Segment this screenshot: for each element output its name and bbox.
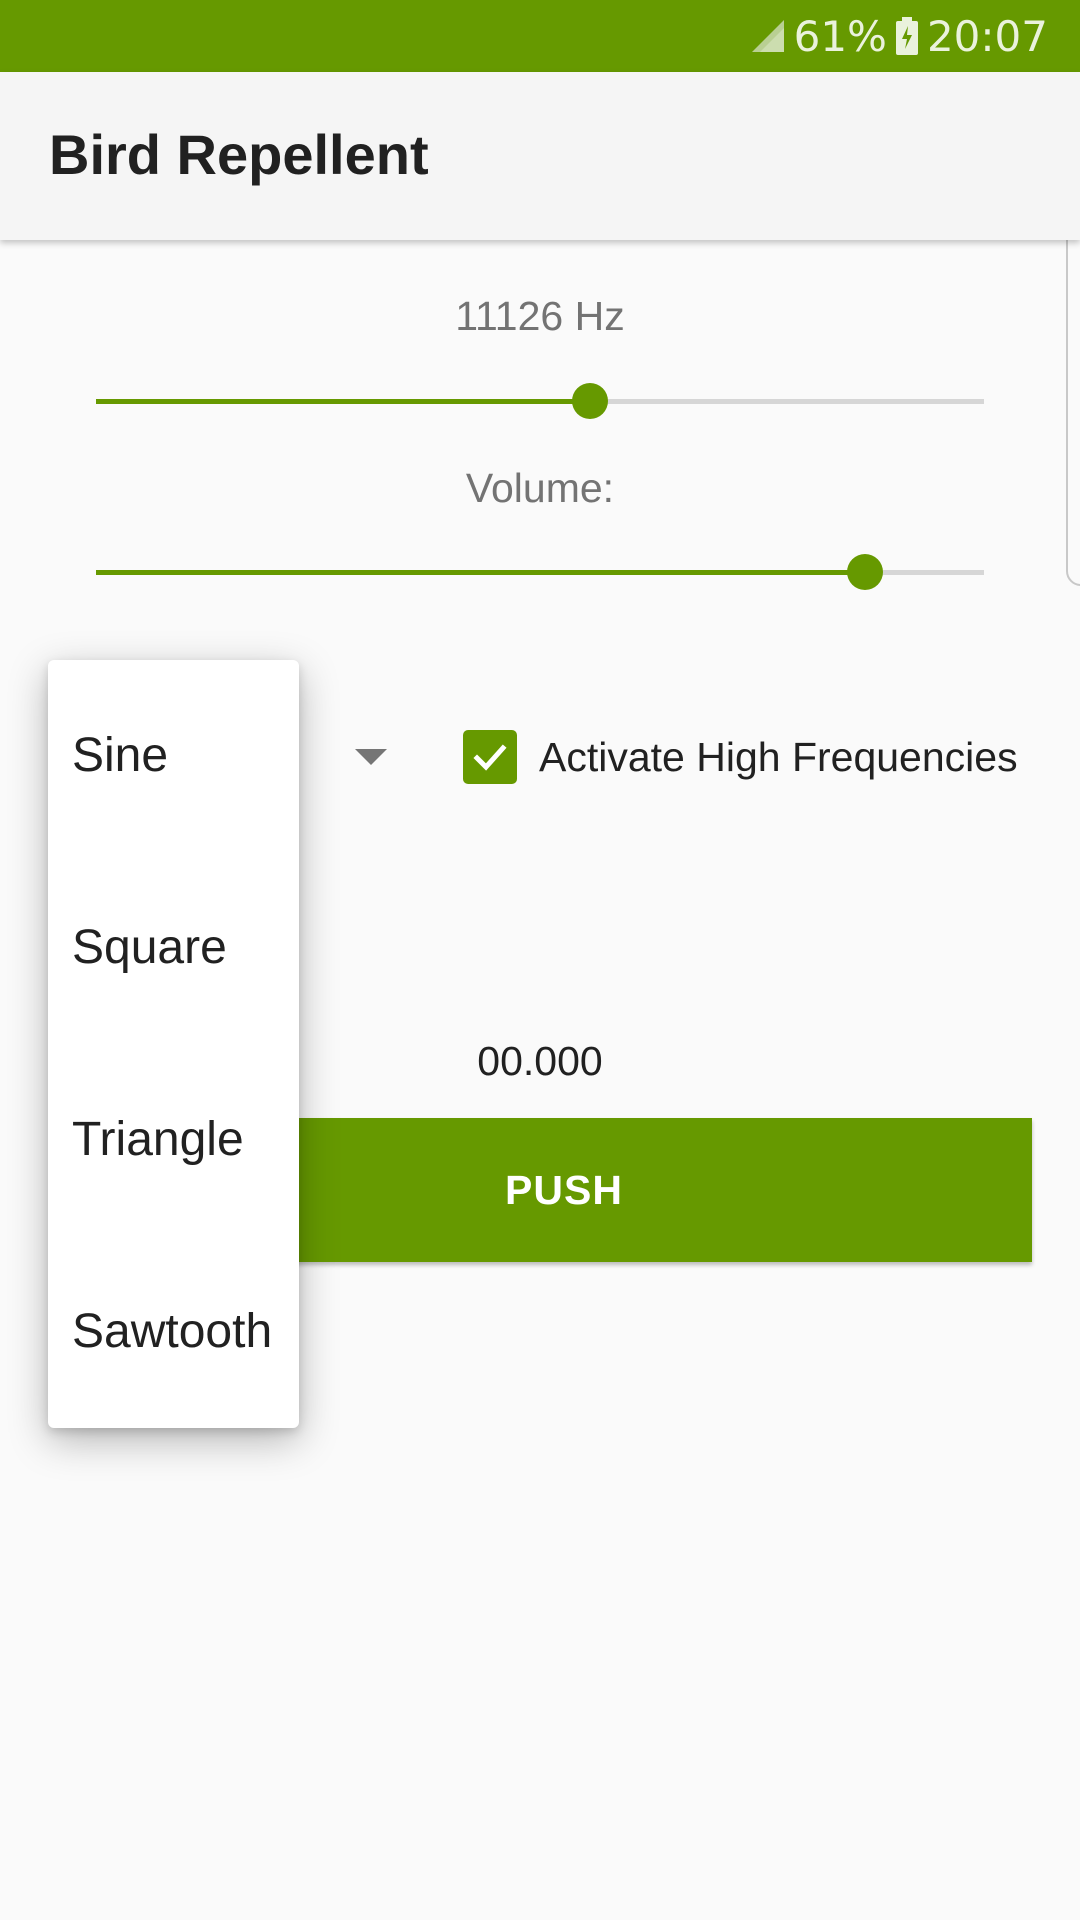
dropdown-arrow-icon[interactable] bbox=[355, 749, 387, 765]
slider-thumb[interactable] bbox=[571, 383, 608, 419]
volume-label: Volume: bbox=[465, 465, 615, 511]
frequency-slider[interactable] bbox=[96, 376, 984, 426]
check-icon bbox=[473, 744, 507, 771]
high-frequencies-label[interactable]: Activate High Frequencies bbox=[539, 734, 1018, 781]
slider-thumb[interactable] bbox=[847, 554, 883, 590]
dropdown-item-sine[interactable]: Sine bbox=[72, 728, 168, 783]
status-bar: 61% 20:07 bbox=[0, 0, 1080, 72]
app-title: Bird Repellent bbox=[49, 123, 429, 186]
battery-charging-icon bbox=[895, 17, 919, 55]
battery-percent: 61% bbox=[793, 11, 887, 61]
push-button-label: PUSH bbox=[505, 1166, 623, 1213]
edge-panel-handle[interactable] bbox=[1066, 216, 1080, 586]
dropdown-item-triangle[interactable]: Triangle bbox=[72, 1112, 244, 1167]
screen: 61% 20:07 Bird Repellent 11126 Hz Volume… bbox=[0, 0, 1080, 1920]
waveform-dropdown-menu: Sine Square Triangle Sawtooth bbox=[48, 660, 299, 1428]
volume-slider[interactable] bbox=[96, 547, 984, 597]
signal-icon bbox=[750, 18, 786, 54]
slider-fill bbox=[96, 399, 590, 404]
dropdown-item-sawtooth[interactable]: Sawtooth bbox=[72, 1304, 272, 1359]
high-frequencies-checkbox-row[interactable]: Activate High Frequencies bbox=[463, 730, 1018, 784]
frequency-label: 11126 Hz bbox=[455, 293, 625, 339]
slider-fill bbox=[96, 570, 865, 575]
dropdown-item-square[interactable]: Square bbox=[72, 920, 227, 975]
app-bar: Bird Repellent bbox=[0, 72, 1080, 240]
status-right: 61% 20:07 bbox=[750, 0, 1048, 72]
clock: 20:07 bbox=[926, 11, 1048, 61]
high-frequencies-checkbox[interactable] bbox=[463, 730, 517, 784]
